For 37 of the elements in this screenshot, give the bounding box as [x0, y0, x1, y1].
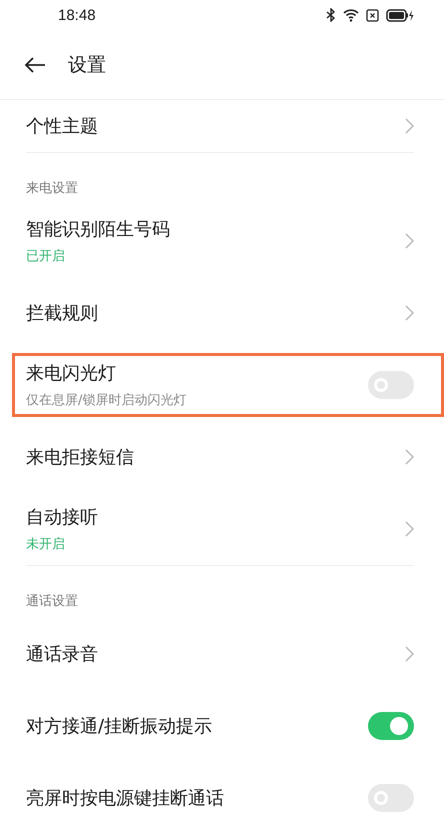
setting-title: 智能识别陌生号码 [26, 218, 170, 241]
setting-title: 个性主题 [26, 115, 98, 138]
setting-title: 来电拒接短信 [26, 446, 134, 469]
page-title: 设置 [68, 52, 106, 78]
status-time: 18:48 [58, 6, 96, 24]
setting-title: 来电闪光灯 [26, 362, 117, 385]
chevron-right-icon [405, 233, 414, 249]
chevron-right-icon [405, 449, 414, 465]
setting-title: 自动接听 [26, 506, 98, 529]
highlighted-setting-row[interactable]: 来电闪光灯 仅在息屏/锁屏时启动闪光灯 [12, 353, 444, 417]
setting-title: 对方接通/挂断振动提示 [26, 715, 212, 738]
section-header: 通话设置 [25, 593, 79, 611]
battery-charging-icon [386, 8, 414, 22]
setting-row[interactable]: 拦截规则 [0, 277, 444, 349]
setting-title: 通话录音 [26, 643, 98, 666]
setting-status: 已开启 [26, 248, 66, 265]
setting-status: 未开启 [26, 536, 66, 553]
wifi-icon [343, 8, 359, 22]
setting-row[interactable]: 个性主题 [0, 100, 444, 152]
chevron-right-icon [405, 118, 414, 134]
setting-row[interactable]: 通话录音 [0, 618, 444, 690]
setting-title: 拦截规则 [26, 302, 98, 325]
setting-row[interactable]: 对方接通/挂断振动提示 [0, 690, 444, 762]
setting-row[interactable]: 来电拒接短信 [0, 421, 444, 493]
section-header: 来电设置 [25, 180, 79, 198]
back-arrow-icon[interactable] [24, 56, 46, 72]
setting-row[interactable]: 自动接听 未开启 [0, 493, 444, 565]
setting-title: 亮屏时按电源键挂断通话 [26, 787, 224, 810]
setting-description: 仅在息屏/锁屏时启动闪光灯 [26, 392, 186, 409]
bluetooth-icon [326, 8, 336, 22]
sim-icon [366, 8, 379, 22]
setting-row[interactable]: 亮屏时按电源键挂断通话 [0, 762, 444, 834]
setting-row[interactable]: 智能识别陌生号码 已开启 [0, 205, 444, 277]
chevron-right-icon [405, 646, 414, 662]
toggle-switch[interactable] [368, 712, 414, 740]
chevron-right-icon [405, 521, 414, 537]
chevron-right-icon [405, 305, 414, 321]
